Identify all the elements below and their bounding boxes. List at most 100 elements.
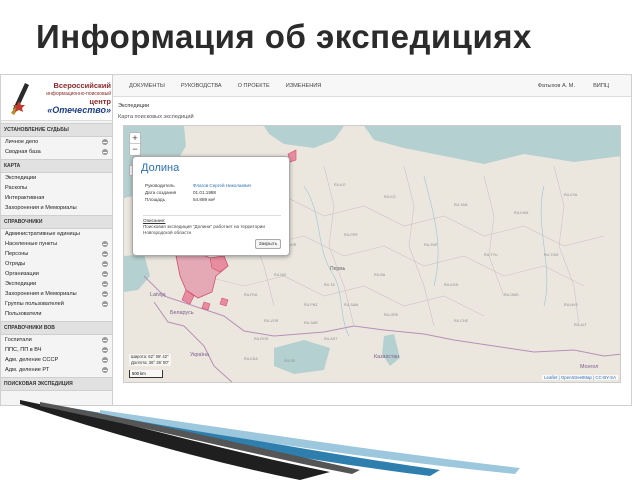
sidebar-item[interactable]: Интерактивная — [1, 193, 112, 203]
collapse-icon[interactable] — [102, 357, 108, 363]
map-attribution[interactable]: Leaflet | OpenStreetMap | CC-BY-SA — [542, 375, 618, 380]
sidebar-item[interactable]: Экспедиции — [1, 173, 112, 183]
sidebar-item[interactable]: Сводная база — [1, 147, 112, 157]
nav-changes[interactable]: ИЗМЕНЕНИЯ — [286, 83, 322, 89]
sidebar-item-label: Адм. деление СССР — [5, 357, 59, 363]
map-label-belarus: Беларусь — [170, 310, 194, 316]
zoom-out-button[interactable]: − — [130, 144, 140, 155]
popup-field-value: 54.889 км² — [193, 197, 216, 202]
popup-field-label: Руководитель — [145, 183, 175, 188]
collapse-icon[interactable] — [102, 261, 108, 267]
svg-text:RU-SAM: RU-SAM — [344, 303, 358, 307]
svg-text:RU-AST: RU-AST — [324, 337, 338, 341]
sidebar-item[interactable]: Госпитали — [1, 335, 112, 345]
svg-text:RU-VOR: RU-VOR — [264, 319, 279, 323]
svg-text:RU-KGN: RU-KGN — [444, 283, 459, 287]
collapse-icon[interactable] — [102, 241, 108, 247]
logo-line4: «Отечество» — [47, 104, 111, 115]
collapse-icon[interactable] — [102, 251, 108, 257]
svg-text:RU-RYA: RU-RYA — [244, 293, 258, 297]
svg-text:RU-ROS: RU-ROS — [254, 337, 269, 341]
logo-text: Всероссийский информационно-поисковый це… — [37, 81, 111, 115]
sidebar-item-label: Населенные пункты — [5, 241, 58, 247]
svg-text:RU-CHE: RU-CHE — [454, 319, 469, 323]
svg-text:RU-OMS: RU-OMS — [504, 293, 519, 297]
popup-description-label: Описание: — [143, 218, 166, 223]
sidebar-item-label: Экспедиции — [5, 281, 37, 287]
sidebar-item-label: Организации — [5, 271, 39, 277]
svg-text:RU-TA: RU-TA — [324, 283, 335, 287]
sidebar-item[interactable]: Пользователи — [1, 309, 112, 319]
sidebar-item[interactable]: Организации — [1, 269, 112, 279]
sidebar-item-label: Захоронения и Мемориалы — [5, 291, 77, 297]
breadcrumb[interactable]: Экспедиции — [118, 103, 149, 109]
coords-lon: Долгота: 36° 36' 00" — [131, 360, 170, 365]
svg-text:RU-ORE: RU-ORE — [384, 313, 399, 317]
map-scale: 500 km — [129, 370, 163, 378]
svg-text:RU-SE: RU-SE — [284, 359, 296, 363]
sidebar-item-label: Персоны — [5, 251, 29, 257]
svg-text:RU-NVS: RU-NVS — [564, 303, 578, 307]
sidebar-item[interactable]: Персоны — [1, 249, 112, 259]
sidebar-item[interactable]: Адм. деление РТ — [1, 365, 112, 375]
zoom-in-button[interactable]: + — [130, 133, 140, 144]
sidebar-item[interactable]: Экспедиции — [1, 279, 112, 289]
svg-text:RU-KYA: RU-KYA — [564, 193, 578, 197]
popup-field-label: Дата создания — [145, 190, 177, 195]
popup-close-button[interactable]: Закрыть — [255, 239, 281, 249]
sidebar-section-header[interactable]: ПОИСКОВАЯ ЭКСПЕДИЦИЯ — [1, 377, 112, 391]
sidebar-item[interactable]: Административные единицы — [1, 229, 112, 239]
svg-text:RU-KO: RU-KO — [334, 183, 346, 187]
svg-text:RU-TYU: RU-TYU — [484, 253, 498, 257]
svg-text:RU-SAR: RU-SAR — [304, 321, 318, 325]
nav-guides[interactable]: РУКОВОДСТВА — [181, 83, 222, 89]
collapse-icon[interactable] — [102, 291, 108, 297]
sidebar-item-label: Захоронения и Мемориалы — [5, 205, 77, 211]
collapse-icon[interactable] — [102, 337, 108, 343]
map-label-latvija: Latvija — [150, 292, 166, 298]
slide-title: Информация об экспедициях — [36, 18, 532, 55]
svg-text:RU-BA: RU-BA — [374, 273, 386, 277]
collapse-icon[interactable] — [102, 149, 108, 155]
popup-leader-link[interactable]: Флагов Сергей Николаевич — [193, 183, 251, 188]
sidebar-item-label: Раскопы — [5, 185, 28, 191]
svg-text:RU-PNZ: RU-PNZ — [304, 303, 318, 307]
sidebar-item[interactable]: ППС, ПП в ВЧ — [1, 345, 112, 355]
sidebar-item[interactable]: Личное дело — [1, 137, 112, 147]
collapse-icon[interactable] — [102, 281, 108, 287]
sidebar-section-header[interactable]: СПРАВОЧНИКИ — [1, 215, 112, 229]
map-label-perm: Пермь — [330, 266, 346, 272]
sidebar-item[interactable]: Отряды — [1, 259, 112, 269]
svg-text:RU-ALT: RU-ALT — [574, 323, 588, 327]
sidebar-section-header[interactable]: СПРАВОЧНИКИ ВОВ — [1, 321, 112, 335]
nav-documents[interactable]: ДОКУМЕНТЫ — [129, 83, 165, 89]
collapse-icon[interactable] — [102, 347, 108, 353]
sidebar-item[interactable]: Населенные пункты — [1, 239, 112, 249]
map-label-mongol: Монгол — [580, 364, 599, 370]
logo[interactable]: Всероссийский информационно-поисковый це… — [1, 75, 112, 121]
collapse-icon[interactable] — [102, 301, 108, 307]
map[interactable]: RU-ARKRU-KORU-KO RU-YANRU-KHMRU-KYA RU-V… — [123, 125, 621, 383]
sidebar-item[interactable]: Раскопы — [1, 183, 112, 193]
sidebar-section-header[interactable]: КАРТА — [1, 159, 112, 173]
collapse-icon[interactable] — [102, 367, 108, 373]
svg-text:RU-KO: RU-KO — [384, 195, 396, 199]
map-label-ukraina: Україна — [190, 352, 210, 358]
logo-emblem-icon — [7, 79, 33, 117]
org-name[interactable]: ВИПЦ — [593, 83, 609, 89]
sidebar-item[interactable]: Захоронения и Мемориалы — [1, 289, 112, 299]
sidebar-sections: УСТАНОВЛЕНИЕ СУДЬБЫ Личное дело Сводная ба… — [1, 123, 112, 391]
sidebar-item-label: Административные единицы — [5, 231, 80, 237]
sidebar-item[interactable]: Группы пользователей — [1, 299, 112, 309]
sidebar-item[interactable]: Адм. деление СССР — [1, 355, 112, 365]
user-name[interactable]: Фатыхов А. М. — [538, 83, 575, 89]
popup-description: Описание: Поисковая экспедиция "Долина" … — [143, 215, 281, 237]
decorative-swoosh — [20, 400, 520, 480]
collapse-icon[interactable] — [102, 139, 108, 145]
collapse-icon[interactable] — [102, 271, 108, 277]
sidebar-item[interactable]: Захоронения и Мемориалы — [1, 203, 112, 213]
nav-about[interactable]: О ПРОЕКТЕ — [238, 83, 270, 89]
sidebar-item-label: Госпитали — [5, 337, 32, 343]
svg-text:RU-PER: RU-PER — [344, 233, 358, 237]
sidebar-section-header[interactable]: УСТАНОВЛЕНИЕ СУДЬБЫ — [1, 123, 112, 137]
